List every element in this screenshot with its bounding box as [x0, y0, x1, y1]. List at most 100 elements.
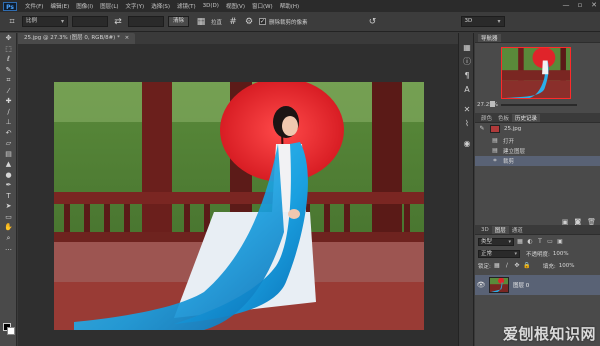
tab-color[interactable]: 颜色 — [478, 114, 495, 122]
hand-tool-icon[interactable]: ✋ — [0, 222, 17, 233]
info-panel-icon[interactable]: ⓘ — [459, 55, 475, 69]
layer-row[interactable]: 👁 图层 0 — [475, 275, 600, 295]
snapshot-thumbnail — [490, 125, 500, 133]
zoom-tool-icon[interactable]: ⌕ — [0, 233, 17, 244]
gear-icon[interactable]: ⚙ — [243, 16, 255, 28]
tab-history[interactable]: 历史记录 — [512, 113, 541, 122]
paragraph-panel-icon[interactable]: ¶ — [459, 69, 475, 83]
maximize-button[interactable]: ▫ — [576, 1, 584, 9]
lock-pixels-icon[interactable]: ▦ — [493, 262, 501, 269]
straighten-icon[interactable]: ▦ — [195, 16, 207, 28]
history-item-selected[interactable]: ⌗ 裁剪 — [475, 156, 600, 166]
menu-edit[interactable]: 编辑(E) — [50, 2, 69, 10]
brush-panel-icon[interactable]: ⌇ — [459, 117, 475, 131]
tab-3d[interactable]: 3D — [478, 227, 492, 233]
eyedropper-tool-icon[interactable]: ⁄ — [0, 86, 17, 97]
tab-navigator[interactable]: 导航器 — [478, 33, 501, 42]
tools-preset-icon[interactable]: ✕ — [459, 103, 475, 117]
lock-position-icon[interactable]: ✥ — [513, 262, 521, 269]
fill-value[interactable]: 100% — [559, 263, 575, 269]
edit-toolbar-icon[interactable]: … — [0, 243, 17, 254]
type-filter-icon[interactable]: T — [536, 238, 544, 245]
lock-all-icon[interactable]: 🔒 — [523, 262, 531, 269]
menu-3d[interactable]: 3D(D) — [203, 3, 219, 9]
gradient-tool-icon[interactable]: ▤ — [0, 149, 17, 160]
layer-filter-value: 类型 — [481, 238, 493, 245]
shape-tool-icon[interactable]: ▭ — [0, 212, 17, 223]
pen-tool-icon[interactable]: ✒ — [0, 180, 17, 191]
lock-brush-icon[interactable]: ∕ — [503, 262, 511, 269]
clone-stamp-tool-icon[interactable]: ⊥ — [0, 117, 17, 128]
history-brush-tool-icon[interactable]: ↶ — [0, 128, 17, 139]
menu-image[interactable]: 图像(I) — [76, 2, 93, 10]
color-swatches[interactable] — [3, 323, 15, 335]
ratio-select[interactable]: 比例 — [22, 16, 68, 27]
character-panel-icon[interactable]: A — [459, 83, 475, 97]
smart-object-filter-icon[interactable]: ▣ — [556, 238, 564, 245]
document-tab-close[interactable]: × — [125, 35, 130, 41]
background-color[interactable] — [7, 327, 15, 335]
navigator-zoom-knob[interactable] — [490, 101, 495, 107]
blur-tool-icon[interactable]: ▲ — [0, 159, 17, 170]
healing-brush-tool-icon[interactable]: ✚ — [0, 96, 17, 107]
navigator-thumbnail[interactable] — [501, 47, 571, 99]
height-field[interactable] — [128, 16, 164, 27]
history-tabs: 颜色 色板 历史记录 — [475, 113, 600, 123]
history-item[interactable]: ▤ 打开 — [475, 136, 600, 146]
history-item-label: 打开 — [503, 139, 515, 145]
adjustment-filter-icon[interactable]: ◐ — [526, 238, 534, 245]
minimize-button[interactable]: — — [562, 1, 570, 9]
menu-window[interactable]: 窗口(W) — [252, 2, 273, 10]
eye-icon[interactable]: 👁 — [475, 281, 487, 289]
width-field[interactable] — [72, 16, 108, 27]
canvas-photo[interactable] — [54, 82, 424, 330]
close-button[interactable]: ✕ — [590, 1, 598, 9]
menu-type[interactable]: 文字(Y) — [126, 2, 145, 10]
swap-icon[interactable]: ⇄ — [112, 16, 124, 28]
pixel-filter-icon[interactable]: ▦ — [516, 238, 524, 245]
delete-cropped-label: 删除裁剪的像素 — [269, 19, 308, 26]
brush-tool-icon[interactable]: ∕ — [0, 107, 17, 118]
blend-mode-select[interactable]: 正常 — [478, 249, 520, 258]
clear-button-label: 清除 — [173, 18, 185, 24]
history-item[interactable]: ▤ 建立图层 — [475, 146, 600, 156]
reset-icon[interactable]: ↺ — [367, 16, 379, 28]
crop-tool-icon[interactable]: ⌗ — [6, 16, 18, 28]
menu-view[interactable]: 视图(V) — [226, 2, 245, 10]
snapshot-label: 25.jpg — [504, 126, 522, 132]
layer-name[interactable]: 图层 0 — [513, 281, 529, 289]
menu-file[interactable]: 文件(F) — [25, 2, 43, 10]
clear-button[interactable]: 清除 — [168, 16, 190, 27]
navigator-zoom-slider[interactable] — [501, 104, 577, 106]
menu-layer[interactable]: 图层(L) — [100, 2, 118, 10]
type-tool-icon[interactable]: T — [0, 191, 17, 202]
crop-icon: ⌗ — [493, 157, 497, 164]
workspace-select[interactable]: 3D — [460, 16, 505, 27]
menu-help[interactable]: 帮助(H) — [280, 2, 299, 10]
opacity-value[interactable]: 100% — [553, 251, 569, 257]
dodge-tool-icon[interactable]: ● — [0, 170, 17, 181]
straighten-label[interactable]: 拉直 — [211, 18, 222, 26]
crop-tool-icon[interactable]: ⌗ — [0, 75, 17, 86]
history-snapshot[interactable]: ✎ 25.jpg — [475, 124, 600, 134]
tab-swatches[interactable]: 色板 — [495, 114, 512, 122]
eraser-tool-icon[interactable]: ▱ — [0, 138, 17, 149]
tab-layers[interactable]: 图层 — [491, 225, 509, 234]
menu-select[interactable]: 选择(S) — [151, 2, 170, 10]
lasso-tool-icon[interactable]: ℓ — [0, 54, 17, 65]
history-brush-source-icon[interactable]: ✎ — [478, 125, 486, 133]
styles-panel-icon[interactable]: ◉ — [459, 137, 475, 151]
move-tool-icon[interactable]: ✥ — [0, 33, 17, 44]
document-tab[interactable]: 25.jpg @ 27.3% (图层 0, RGB/8#) * × — [18, 33, 136, 44]
history-panel-icon[interactable]: ▦ — [459, 41, 475, 55]
shape-filter-icon[interactable]: ▭ — [546, 238, 554, 245]
overlay-grid-icon[interactable]: # — [227, 16, 239, 28]
open-document-icon: ▤ — [492, 137, 498, 144]
layer-filter-select[interactable]: 类型 — [478, 237, 514, 246]
path-select-tool-icon[interactable]: ➤ — [0, 201, 17, 212]
tab-channels[interactable]: 通道 — [509, 226, 526, 234]
delete-cropped-checkbox[interactable]: ✓ — [259, 18, 267, 25]
menu-filter[interactable]: 滤镜(T) — [177, 2, 196, 10]
marquee-tool-icon[interactable]: ⬚ — [0, 44, 17, 55]
quick-select-tool-icon[interactable]: ✎ — [0, 65, 17, 76]
